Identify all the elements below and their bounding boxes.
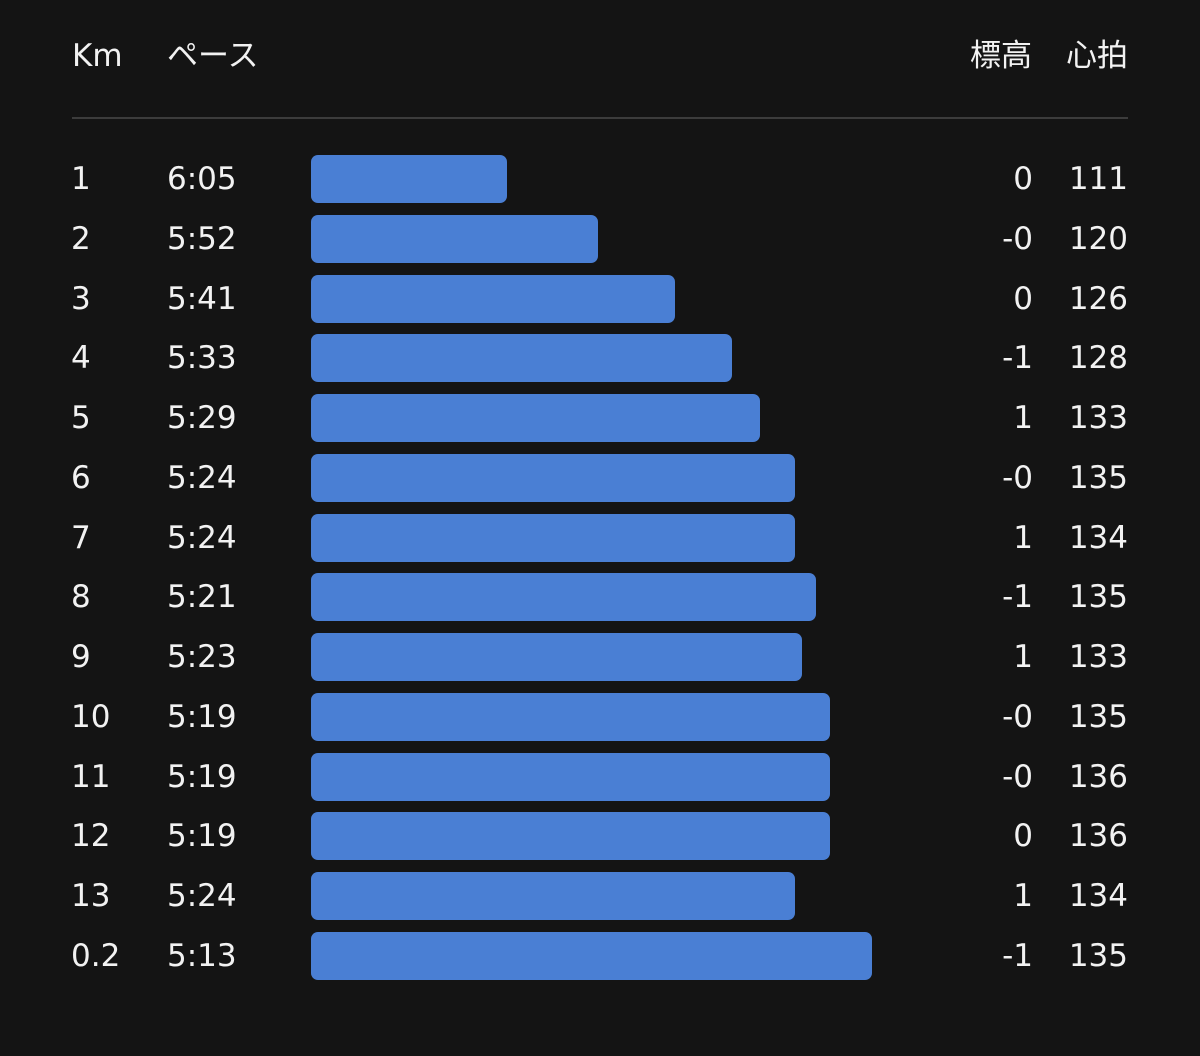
split-row: 11 5:19 -0 136 [0, 753, 1200, 801]
split-elevation: 0 [1013, 281, 1033, 317]
header-divider [72, 117, 1128, 119]
split-pace: 5:19 [167, 818, 237, 854]
pace-bar [311, 693, 830, 741]
split-row: 1 6:05 0 111 [0, 155, 1200, 203]
split-heart-rate: 120 [1068, 221, 1128, 257]
split-heart-rate: 136 [1068, 759, 1128, 795]
split-row: 3 5:41 0 126 [0, 275, 1200, 323]
split-elevation: 1 [1013, 639, 1033, 675]
pace-bar [311, 275, 675, 323]
split-km: 3 [71, 281, 91, 317]
split-km: 0.2 [71, 938, 121, 974]
split-pace: 5:19 [167, 759, 237, 795]
split-heart-rate: 133 [1068, 400, 1128, 436]
split-heart-rate: 136 [1068, 818, 1128, 854]
split-elevation: -1 [1002, 340, 1033, 376]
split-elevation: -1 [1002, 938, 1033, 974]
splits-table: Km ペース 標高 心拍 1 6:05 0 111 2 5:52 -0 120 3 5:41 0 12… [0, 0, 1200, 1056]
split-km: 9 [71, 639, 91, 675]
column-header-km: Km [72, 38, 123, 74]
split-row: 7 5:24 1 134 [0, 514, 1200, 562]
split-elevation: -1 [1002, 579, 1033, 615]
split-row: 9 5:23 1 133 [0, 633, 1200, 681]
pace-bar [311, 334, 732, 382]
split-heart-rate: 128 [1068, 340, 1128, 376]
split-km: 1 [71, 161, 91, 197]
split-km: 4 [71, 340, 91, 376]
split-row: 5 5:29 1 133 [0, 394, 1200, 442]
column-header-heart-rate: 心拍 [1066, 38, 1128, 74]
split-elevation: -0 [1002, 460, 1033, 496]
split-pace: 5:19 [167, 699, 237, 735]
split-heart-rate: 135 [1068, 579, 1128, 615]
splits-header: Km ペース 標高 心拍 [0, 0, 1200, 118]
split-pace: 5:21 [167, 579, 237, 615]
split-pace: 5:41 [167, 281, 237, 317]
split-km: 6 [71, 460, 91, 496]
split-heart-rate: 134 [1068, 520, 1128, 556]
pace-bar [311, 633, 802, 681]
column-header-pace: ペース [167, 38, 259, 74]
split-km: 12 [71, 818, 111, 854]
pace-bar [311, 215, 598, 263]
split-heart-rate: 135 [1068, 938, 1128, 974]
split-km: 2 [71, 221, 91, 257]
split-pace: 5:24 [167, 520, 237, 556]
split-km: 8 [71, 579, 91, 615]
split-pace: 5:24 [167, 460, 237, 496]
split-row: 8 5:21 -1 135 [0, 573, 1200, 621]
split-heart-rate: 126 [1068, 281, 1128, 317]
split-elevation: -0 [1002, 699, 1033, 735]
pace-bar [311, 932, 872, 980]
split-km: 5 [71, 400, 91, 436]
split-elevation: 0 [1013, 161, 1033, 197]
split-heart-rate: 135 [1068, 460, 1128, 496]
split-pace: 5:52 [167, 221, 237, 257]
split-row: 13 5:24 1 134 [0, 872, 1200, 920]
split-row: 12 5:19 0 136 [0, 812, 1200, 860]
split-row: 0.2 5:13 -1 135 [0, 932, 1200, 980]
split-km: 11 [71, 759, 111, 795]
pace-bar [311, 155, 507, 203]
split-elevation: 0 [1013, 818, 1033, 854]
pace-bar [311, 812, 830, 860]
split-elevation: -0 [1002, 759, 1033, 795]
pace-bar [311, 454, 795, 502]
split-elevation: -0 [1002, 221, 1033, 257]
split-heart-rate: 133 [1068, 639, 1128, 675]
column-header-elevation: 標高 [970, 38, 1032, 74]
split-row: 10 5:19 -0 135 [0, 693, 1200, 741]
pace-bar [311, 394, 760, 442]
split-pace: 5:24 [167, 878, 237, 914]
split-row: 2 5:52 -0 120 [0, 215, 1200, 263]
split-pace: 6:05 [167, 161, 237, 197]
split-heart-rate: 135 [1068, 699, 1128, 735]
pace-bar [311, 573, 816, 621]
split-row: 6 5:24 -0 135 [0, 454, 1200, 502]
split-row: 4 5:33 -1 128 [0, 334, 1200, 382]
split-elevation: 1 [1013, 520, 1033, 556]
split-pace: 5:23 [167, 639, 237, 675]
split-heart-rate: 134 [1068, 878, 1128, 914]
split-pace: 5:29 [167, 400, 237, 436]
pace-bar [311, 514, 795, 562]
split-heart-rate: 111 [1068, 161, 1128, 197]
split-pace: 5:13 [167, 938, 237, 974]
split-km: 7 [71, 520, 91, 556]
split-km: 10 [71, 699, 111, 735]
pace-bar [311, 753, 830, 801]
pace-bar [311, 872, 795, 920]
split-elevation: 1 [1013, 878, 1033, 914]
split-elevation: 1 [1013, 400, 1033, 436]
split-pace: 5:33 [167, 340, 237, 376]
split-km: 13 [71, 878, 111, 914]
